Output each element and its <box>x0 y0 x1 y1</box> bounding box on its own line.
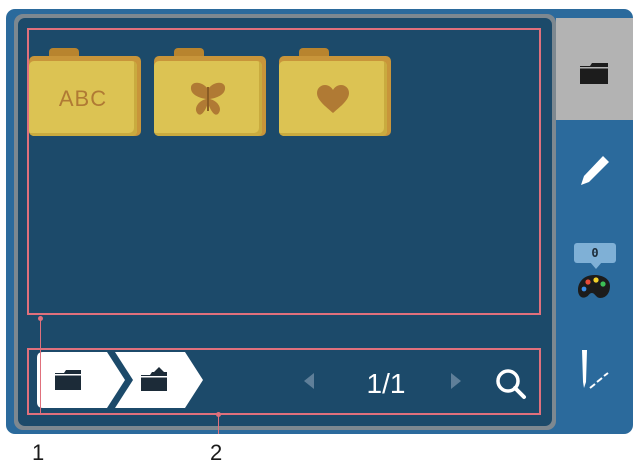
palette-icon <box>578 275 610 298</box>
color-count-badge: 0 <box>574 243 616 263</box>
callout-number-1: 1 <box>32 440 45 465</box>
needle-stitch-icon <box>582 350 609 389</box>
badge-pointer <box>590 262 602 269</box>
folder-icon <box>55 370 81 390</box>
folder-icon <box>580 63 608 84</box>
pencil-icon <box>581 156 609 185</box>
folder-heart[interactable] <box>279 48 391 136</box>
sidebar-item-folder[interactable] <box>556 18 633 120</box>
callout-number-2: 2 <box>210 440 223 465</box>
folder-abc-label: ABC <box>58 85 108 111</box>
sidebar-item-edit[interactable] <box>556 125 633 215</box>
folder-up-icon <box>141 367 167 391</box>
breadcrumb-folder-button[interactable] <box>37 352 127 408</box>
folder-butterfly[interactable] <box>154 48 266 136</box>
search-icon[interactable] <box>491 364 531 404</box>
sidebar-item-color[interactable] <box>556 228 633 318</box>
folder-abc[interactable]: ABC <box>29 48 141 136</box>
page-prev-icon[interactable] <box>302 371 316 391</box>
breadcrumb-parent-button[interactable] <box>115 352 205 408</box>
butterfly-icon <box>190 82 226 115</box>
callout-leader-1 <box>40 320 41 414</box>
callout-leader-2 <box>218 416 219 434</box>
sidebar-item-stitch[interactable] <box>556 330 633 420</box>
page-indicator: 1/1 <box>366 368 406 399</box>
page-next-icon[interactable] <box>449 371 463 391</box>
heart-icon <box>317 84 349 113</box>
